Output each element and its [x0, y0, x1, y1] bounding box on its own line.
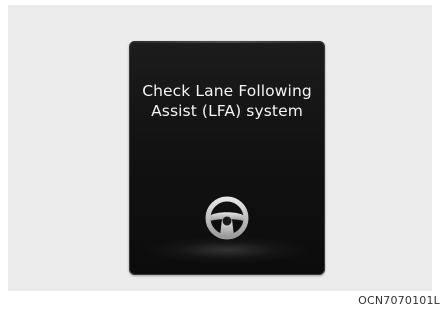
- message-line-1: Check Lane Following: [142, 82, 312, 100]
- warning-message: Check Lane Following Assist (LFA) system: [129, 81, 325, 121]
- message-line-2: Assist (LFA) system: [151, 102, 303, 120]
- cluster-display: Check Lane Following Assist (LFA) system: [129, 41, 325, 275]
- figure-code: OCN7070101L: [358, 294, 440, 307]
- steering-wheel-icon: [205, 196, 249, 240]
